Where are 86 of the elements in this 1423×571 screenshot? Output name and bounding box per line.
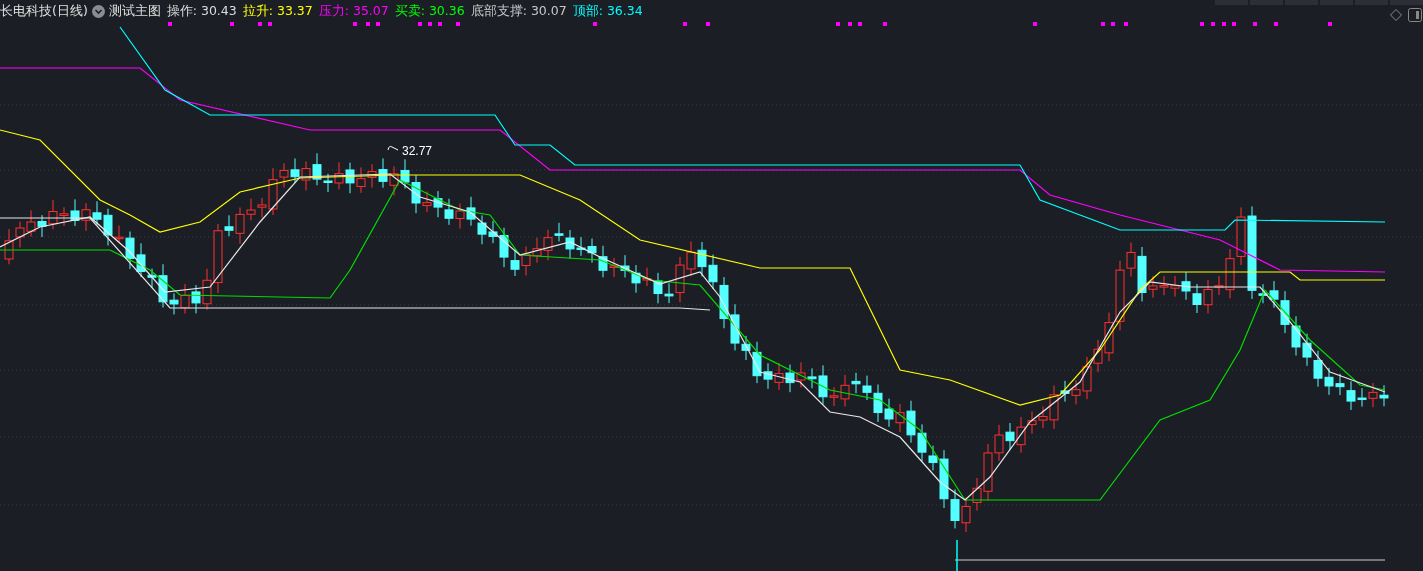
candlestick xyxy=(1170,275,1180,298)
indicator-reading: 操作: 30.43 xyxy=(166,2,237,20)
signal-marker xyxy=(706,22,710,26)
signal-marker xyxy=(1253,22,1257,26)
candlestick xyxy=(1368,382,1378,408)
indicator-reading: 买卖: 30.36 xyxy=(394,2,465,20)
candlestick xyxy=(961,497,971,533)
diamond-icon[interactable] xyxy=(1390,9,1402,21)
signal-marker xyxy=(683,22,687,26)
candlestick xyxy=(1379,384,1389,407)
signal-marker xyxy=(456,22,460,26)
signal-marker xyxy=(366,22,370,26)
candlestick xyxy=(70,198,80,227)
signal-marker xyxy=(1222,22,1226,26)
candlestick xyxy=(1005,422,1015,451)
candlestick xyxy=(466,196,476,227)
candlestick xyxy=(290,157,300,184)
candlestick xyxy=(455,202,465,230)
signal-marker xyxy=(376,22,380,26)
candlestick xyxy=(444,198,454,226)
signal-marker xyxy=(438,22,442,26)
cursor-line xyxy=(956,539,958,571)
signal-marker xyxy=(353,22,357,26)
candlestick xyxy=(796,361,806,389)
indicator-reading: 顶部: 36.34 xyxy=(572,2,643,20)
signal-marker xyxy=(858,22,862,26)
candlestick xyxy=(367,163,377,189)
candlestick xyxy=(620,254,630,278)
candlestick xyxy=(697,241,707,277)
signal-marker xyxy=(1211,22,1215,26)
high-price-label: 32.77 xyxy=(402,144,433,158)
signal-marker xyxy=(1124,22,1128,26)
candlestick xyxy=(389,165,399,196)
candlestick xyxy=(81,202,91,232)
candlestick xyxy=(301,160,311,191)
candlestick xyxy=(433,190,443,218)
candlestick xyxy=(686,240,696,277)
signal-marker xyxy=(1232,22,1236,26)
signal-marker xyxy=(836,22,840,26)
candlestick xyxy=(587,238,597,264)
signal-marker xyxy=(1033,22,1037,26)
indicator-reading: 拉升: 33.37 xyxy=(242,2,313,20)
candlestick xyxy=(1181,271,1191,301)
candlestick xyxy=(774,362,784,391)
panel-toggle-icon[interactable] xyxy=(1408,8,1422,22)
candlestick xyxy=(378,157,388,189)
signal-marker xyxy=(1328,22,1332,26)
candlestick xyxy=(4,228,14,265)
signal-marker xyxy=(418,22,422,26)
candlestick xyxy=(400,158,410,189)
candlestick xyxy=(532,237,542,264)
candlestick xyxy=(356,166,366,194)
signal-marker xyxy=(1274,22,1278,26)
signal-marker xyxy=(230,22,234,26)
indicator-name: 测试主图 xyxy=(108,2,161,20)
candlestick xyxy=(1192,283,1202,314)
candlestick xyxy=(1159,275,1169,296)
indicator-reading: 底部支撑: 30.07 xyxy=(470,2,567,20)
candlestick xyxy=(785,364,795,393)
signal-marker xyxy=(268,22,272,26)
signal-marker xyxy=(168,22,172,26)
candlestick xyxy=(1302,333,1312,367)
signal-marker xyxy=(428,22,432,26)
signal-marker xyxy=(593,22,597,26)
candlestick xyxy=(26,209,36,238)
dropdown-icon[interactable] xyxy=(91,4,105,18)
candlestick xyxy=(1324,367,1334,396)
candlestick xyxy=(521,245,531,276)
candlestick xyxy=(884,398,894,428)
indicator-reading: 压力: 35.07 xyxy=(318,2,389,20)
candlestick xyxy=(1335,373,1345,396)
signal-marker xyxy=(848,22,852,26)
signal-marker xyxy=(883,22,887,26)
signal-marker xyxy=(1200,22,1204,26)
signal-marker xyxy=(1111,22,1115,26)
candlestick xyxy=(15,221,25,248)
candlestick xyxy=(1313,350,1323,388)
candlestick xyxy=(180,283,190,315)
signal-marker xyxy=(258,22,262,26)
candlestick xyxy=(477,214,487,245)
stock-title: 长电科技(日线) xyxy=(0,2,88,20)
signal-marker xyxy=(1101,22,1105,26)
candlestick xyxy=(1291,315,1301,356)
candlestick xyxy=(345,162,355,194)
leader-line xyxy=(387,145,399,151)
candlestick xyxy=(37,214,47,238)
